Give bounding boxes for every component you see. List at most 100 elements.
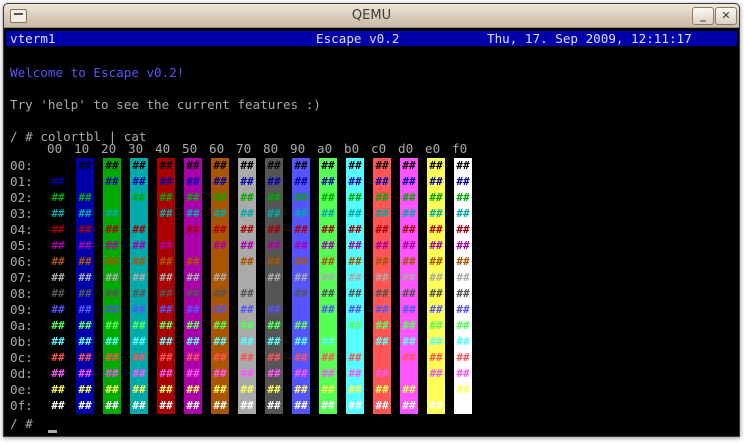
color-cell: ## xyxy=(76,382,94,398)
color-cell: ## xyxy=(49,382,67,398)
color-cell: ## xyxy=(427,334,445,350)
color-cell: ## xyxy=(454,238,472,254)
column-header: 70 xyxy=(236,141,252,156)
color-cell: ## xyxy=(238,158,256,174)
color-cell: ## xyxy=(211,366,229,382)
text-cursor xyxy=(48,430,57,433)
status-os-version: Escape v0.2 xyxy=(316,31,400,46)
color-cell: ## xyxy=(373,158,391,174)
color-cell: ## xyxy=(292,238,310,254)
welcome-line: Welcome to Escape v0.2! xyxy=(10,65,185,80)
close-button[interactable]: ✕ xyxy=(715,7,737,25)
color-cell: ## xyxy=(454,366,472,382)
color-cell: ## xyxy=(400,158,418,174)
color-cell: ## xyxy=(427,382,445,398)
row-label: 01: xyxy=(10,174,33,189)
color-cell: ## xyxy=(76,302,94,318)
title-bar[interactable]: QEMU _ ✕ xyxy=(4,4,739,28)
color-cell: ## xyxy=(130,206,148,222)
column-header: 40 xyxy=(155,141,171,156)
color-cell: ## xyxy=(427,206,445,222)
color-cell: ## xyxy=(400,270,418,286)
color-cell: ## xyxy=(184,318,202,334)
color-cell: ## xyxy=(103,158,121,174)
color-cell: ## xyxy=(346,382,364,398)
color-cell: ## xyxy=(400,254,418,270)
color-cell: ## xyxy=(292,286,310,302)
color-cell: ## xyxy=(454,286,472,302)
color-cell: ## xyxy=(427,350,445,366)
color-cell: ## xyxy=(346,318,364,334)
row-label: 0f: xyxy=(10,398,33,413)
row-label: 05: xyxy=(10,238,33,253)
color-cell: ## xyxy=(211,270,229,286)
color-cell: ## xyxy=(103,270,121,286)
color-cell: ## xyxy=(211,382,229,398)
row-label: 04: xyxy=(10,222,33,237)
color-cell: ## xyxy=(400,190,418,206)
color-cell: ## xyxy=(346,302,364,318)
color-cell: ## xyxy=(157,254,175,270)
color-cell: ## xyxy=(454,190,472,206)
color-cell: ## xyxy=(346,158,364,174)
color-cell: ## xyxy=(184,302,202,318)
color-cell: ## xyxy=(211,222,229,238)
color-cell: ## xyxy=(184,158,202,174)
color-cell: ## xyxy=(265,302,283,318)
color-cell: ## xyxy=(130,174,148,190)
color-cell: ## xyxy=(265,238,283,254)
color-cell: ## xyxy=(265,350,283,366)
status-datetime: Thu, 17. Sep 2009, 12:11:17 xyxy=(487,31,692,46)
color-cell: ## xyxy=(157,286,175,302)
color-cell: ## xyxy=(76,174,94,190)
color-cell: ## xyxy=(373,190,391,206)
color-cell: ## xyxy=(427,286,445,302)
color-cell: ## xyxy=(346,334,364,350)
color-cell: ## xyxy=(265,206,283,222)
color-cell: ## xyxy=(157,222,175,238)
color-cell: ## xyxy=(184,190,202,206)
row-label: 0b: xyxy=(10,334,33,349)
color-cell: ## xyxy=(346,222,364,238)
color-cell: ## xyxy=(103,222,121,238)
color-cell: ## xyxy=(76,398,94,414)
status-terminal-name: vterm1 xyxy=(10,31,56,46)
color-cell: ## xyxy=(400,222,418,238)
color-cell: ## xyxy=(49,286,67,302)
color-cell: ## xyxy=(76,270,94,286)
color-cell: ## xyxy=(157,206,175,222)
color-cell: ## xyxy=(427,270,445,286)
color-cell: ## xyxy=(49,158,67,174)
color-cell: ## xyxy=(319,334,337,350)
color-cell: ## xyxy=(49,174,67,190)
color-cell: ## xyxy=(454,334,472,350)
color-cell: ## xyxy=(238,286,256,302)
color-cell: ## xyxy=(184,270,202,286)
color-cell: ## xyxy=(319,350,337,366)
color-cell: ## xyxy=(319,174,337,190)
row-label: 0c: xyxy=(10,350,33,365)
minimize-button[interactable]: _ xyxy=(692,7,714,25)
color-cell: ## xyxy=(373,302,391,318)
color-cell: ## xyxy=(211,318,229,334)
color-cell: ## xyxy=(238,398,256,414)
column-header: a0 xyxy=(317,141,333,156)
color-cell: ## xyxy=(427,222,445,238)
color-cell: ## xyxy=(130,286,148,302)
color-cell: ## xyxy=(103,206,121,222)
color-cell: ## xyxy=(346,174,364,190)
color-cell: ## xyxy=(319,190,337,206)
color-cell: ## xyxy=(103,286,121,302)
color-cell: ## xyxy=(400,302,418,318)
color-cell: ## xyxy=(319,286,337,302)
color-cell: ## xyxy=(454,302,472,318)
color-cell: ## xyxy=(103,334,121,350)
prompt-line: / # xyxy=(10,416,33,431)
color-cell: ## xyxy=(346,238,364,254)
terminal-screen[interactable]: vterm1 Escape v0.2 Thu, 17. Sep 2009, 12… xyxy=(6,28,737,436)
color-cell: ## xyxy=(265,190,283,206)
color-cell: ## xyxy=(265,318,283,334)
color-cell: ## xyxy=(103,398,121,414)
color-cell: ## xyxy=(373,334,391,350)
color-cell: ## xyxy=(157,366,175,382)
